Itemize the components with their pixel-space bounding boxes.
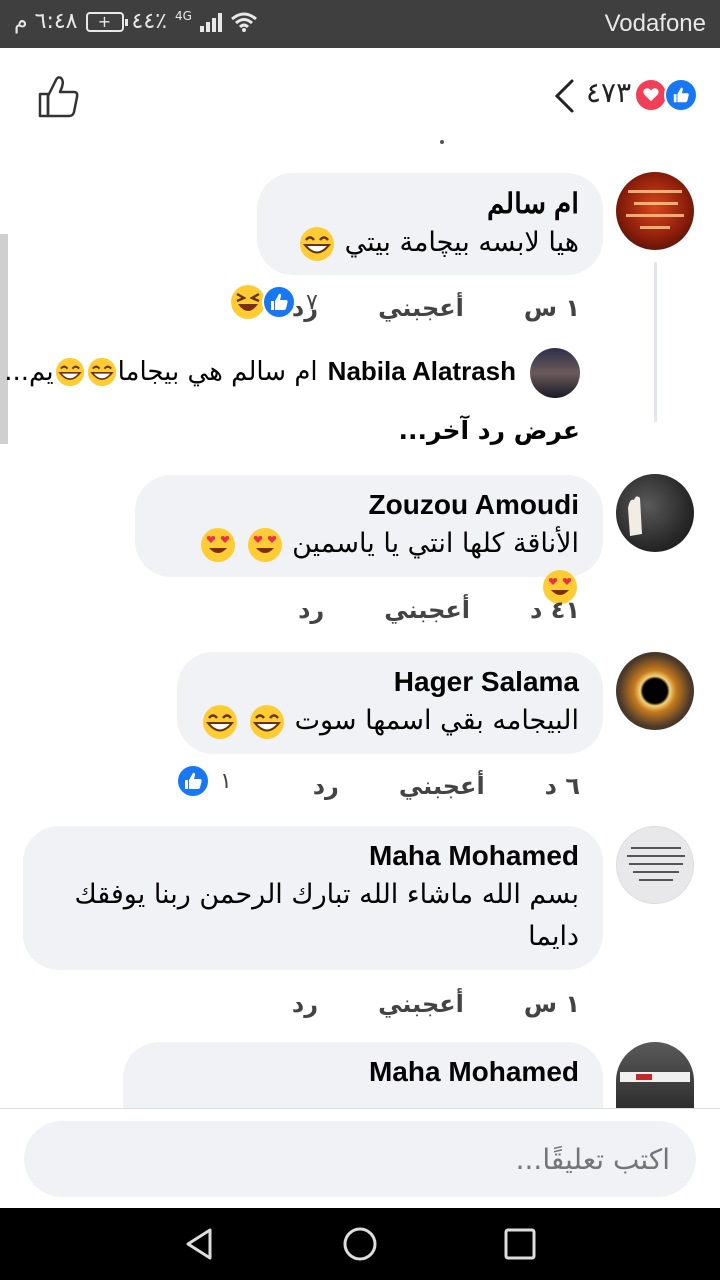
comment-composer bbox=[0, 1108, 720, 1208]
comment-time: ٦ د bbox=[544, 772, 580, 800]
comment-actions: ١ س أعجبني رد bbox=[292, 990, 580, 1018]
love-reaction-icon bbox=[634, 78, 668, 112]
comment-text-row: البيجامه بقي اسمها سوت bbox=[201, 700, 579, 742]
comment-text: الأناقة كلها انتي يا ياسمين bbox=[292, 528, 579, 559]
like-outline-icon[interactable] bbox=[36, 74, 82, 120]
battery-percent: ٤٤٪ bbox=[131, 9, 167, 34]
carrier-name: Vodafone bbox=[604, 10, 706, 37]
reply-text-suffix: يم... bbox=[4, 356, 54, 387]
laugh-emoji-icon bbox=[55, 357, 84, 386]
avatar[interactable] bbox=[616, 474, 694, 552]
reaction-count: ٧ bbox=[306, 289, 318, 315]
comment-time: ١ س bbox=[523, 990, 580, 1018]
comment-reactions[interactable]: ٧ bbox=[230, 284, 318, 320]
reply-text: ام سالم هي بيجاما bbox=[117, 356, 318, 387]
comment-text: البيجامه بقي اسمها سوت bbox=[294, 705, 579, 736]
like-reaction-icon bbox=[664, 78, 698, 112]
like-button[interactable]: أعجبني bbox=[378, 294, 464, 322]
comment-input[interactable] bbox=[24, 1121, 696, 1197]
signal-icon bbox=[199, 12, 222, 32]
reply-button[interactable]: رد bbox=[313, 772, 339, 800]
comment-time: ٤١ د bbox=[530, 596, 580, 624]
status-bar: ٦:٤٨ م + ٤٤٪ 4G Vodafone bbox=[0, 0, 720, 48]
laughing-reaction-icon bbox=[231, 285, 265, 319]
like-button[interactable]: أعجبني bbox=[399, 772, 485, 800]
commenter-name[interactable]: Maha Mohamed bbox=[147, 1056, 579, 1088]
divider-dot bbox=[440, 140, 444, 144]
reaction-count: ١ bbox=[220, 768, 232, 794]
thread-line bbox=[654, 262, 657, 422]
comment-text: هيا لابسه بيچامة بيتي bbox=[344, 227, 579, 258]
heart-eyes-emoji-icon bbox=[200, 527, 235, 562]
comment-text: بسم الله ماشاء الله تبارك الرحمن ربنا يو… bbox=[74, 879, 579, 952]
network-type: 4G bbox=[174, 9, 192, 23]
comment-bubble[interactable]: Hager Salama البيجامه بقي اسمها سوت bbox=[177, 652, 603, 754]
like-reaction-icon bbox=[176, 764, 210, 798]
reaction-count[interactable]: ٤٧٣ bbox=[586, 76, 631, 109]
comment-text-row: هيا لابسه بيچامة بيتي bbox=[281, 222, 579, 264]
comment-actions: ٦ د أعجبني رد bbox=[313, 772, 580, 800]
avatar[interactable] bbox=[616, 1042, 694, 1108]
avatar[interactable] bbox=[616, 172, 694, 250]
status-left: ٦:٤٨ م + ٤٤٪ 4G bbox=[14, 9, 258, 34]
avatar[interactable] bbox=[616, 826, 694, 904]
commenter-name[interactable]: Zouzou Amoudi bbox=[159, 489, 579, 521]
back-chevron-icon[interactable] bbox=[552, 78, 576, 114]
comment-actions: ١ س أعجبني رد bbox=[292, 294, 580, 322]
laugh-emoji-icon bbox=[249, 704, 284, 739]
comment-time: ١ س bbox=[523, 294, 580, 322]
comment-bubble[interactable]: Maha Mohamed bbox=[123, 1042, 603, 1108]
laugh-emoji-icon bbox=[87, 357, 116, 386]
heart-eyes-emoji-icon bbox=[247, 527, 282, 562]
avatar[interactable] bbox=[530, 348, 580, 398]
laugh-emoji-icon bbox=[300, 226, 334, 261]
nav-home-icon[interactable] bbox=[342, 1226, 378, 1262]
reply-preview[interactable]: Nabila Alatrash ام سالم هي بيجاما يم... bbox=[4, 356, 516, 387]
status-time: ٦:٤٨ م bbox=[14, 9, 78, 34]
comment-bubble[interactable]: ام سالم هيا لابسه بيچامة بيتي bbox=[257, 173, 603, 275]
nav-recents-icon[interactable] bbox=[502, 1226, 538, 1262]
laugh-emoji-icon bbox=[203, 704, 238, 739]
comments-header: ٤٧٣ bbox=[0, 48, 720, 144]
reaction-icons[interactable] bbox=[634, 78, 700, 112]
reply-author[interactable]: Nabila Alatrash bbox=[328, 356, 516, 387]
like-button[interactable]: أعجبني bbox=[378, 990, 464, 1018]
system-navigation-bar bbox=[0, 1208, 720, 1280]
scrollbar[interactable] bbox=[0, 234, 8, 444]
reply-button[interactable]: رد bbox=[292, 990, 318, 1018]
commenter-name[interactable]: Maha Mohamed bbox=[47, 840, 579, 872]
comment-actions: ٤١ د أعجبني رد bbox=[298, 596, 580, 624]
battery-icon: + bbox=[85, 11, 128, 32]
like-reaction-icon bbox=[262, 285, 296, 319]
commenter-name[interactable]: Hager Salama bbox=[201, 666, 579, 698]
reply-button[interactable]: رد bbox=[298, 596, 324, 624]
avatar[interactable] bbox=[616, 652, 694, 730]
wifi-icon bbox=[230, 12, 257, 32]
comment-bubble[interactable]: Maha Mohamed بسم الله ماشاء الله تبارك ا… bbox=[23, 826, 603, 970]
comment-reactions[interactable]: ١ bbox=[176, 764, 232, 798]
nav-back-icon[interactable] bbox=[182, 1226, 218, 1262]
comment-bubble[interactable]: Zouzou Amoudi الأناقة كلها انتي يا ياسمي… bbox=[135, 475, 603, 604]
commenter-name[interactable]: ام سالم bbox=[281, 187, 579, 220]
comment-text-row: الأناقة كلها انتي يا ياسمين bbox=[159, 523, 579, 607]
like-button[interactable]: أعجبني bbox=[384, 596, 470, 624]
view-more-replies-link[interactable]: عرض رد آخر... bbox=[398, 416, 580, 445]
